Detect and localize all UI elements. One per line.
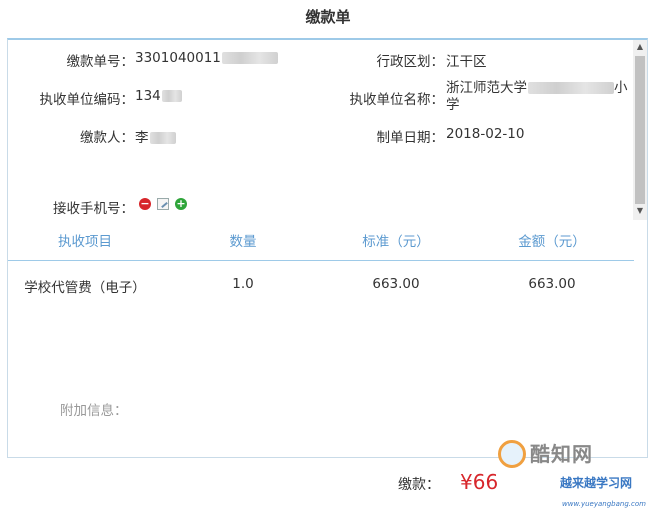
payer-value: 李 bbox=[135, 126, 176, 146]
logo-circle-icon bbox=[498, 440, 526, 468]
info-area[interactable]: 缴款单号： 3301040011 行政区划： 江干区 执收单位编码： 134 执… bbox=[8, 40, 634, 262]
scroll-down-icon[interactable]: ▼ bbox=[633, 204, 647, 218]
district-value: 江干区 bbox=[446, 54, 487, 70]
unit-code-value: 134 bbox=[135, 88, 182, 104]
header-quantity: 数量 bbox=[229, 234, 257, 250]
watermark-logo: 酷知网 bbox=[494, 438, 624, 478]
total-amount: ¥66 bbox=[460, 470, 499, 494]
watermark-brand2: 越来越学习网 bbox=[560, 476, 633, 490]
header-standard: 标准（元） bbox=[362, 234, 430, 250]
payment-slip-page: 缴款单 缴款单号： 3301040011 行政区划： 江干区 执收单位编码： 1… bbox=[0, 0, 656, 511]
redacted-blur bbox=[528, 82, 614, 94]
watermark-brand: 酷知网 bbox=[530, 442, 593, 466]
minus-circle-icon[interactable]: − bbox=[139, 198, 151, 210]
payment-no-value: 3301040011 bbox=[135, 50, 278, 66]
edit-note-icon[interactable] bbox=[157, 198, 169, 210]
redacted-blur bbox=[221, 52, 278, 64]
date-value: 2018-02-10 bbox=[446, 126, 525, 142]
date-label: 制单日期： bbox=[376, 130, 445, 146]
cell-item: 学校代管费（电子） bbox=[24, 280, 146, 296]
scrollbar[interactable]: ▲ ▼ bbox=[633, 40, 647, 220]
table-header: 执收项目 数量 标准（元） 金额（元） bbox=[8, 226, 634, 261]
table-row: 学校代管费（电子） 1.0 663.00 663.00 bbox=[8, 276, 634, 300]
payment-no-label: 缴款单号： bbox=[66, 54, 135, 70]
district-label: 行政区划： bbox=[376, 54, 445, 70]
unit-code-label: 执收单位编码： bbox=[39, 92, 135, 108]
redacted-blur bbox=[149, 132, 176, 144]
payment-panel: 缴款单号： 3301040011 行政区划： 江干区 执收单位编码： 134 执… bbox=[7, 38, 648, 458]
header-item: 执收项目 bbox=[58, 234, 112, 250]
scroll-thumb[interactable] bbox=[635, 56, 645, 204]
redacted-blur bbox=[161, 90, 182, 102]
unit-name-text-1: 浙江师范大学 bbox=[446, 80, 527, 96]
watermark-url: www.yueyangbang.com bbox=[562, 500, 646, 508]
phone-label: 接收手机号： bbox=[53, 201, 134, 217]
payer-text: 李 bbox=[135, 130, 149, 146]
cell-amount: 663.00 bbox=[528, 276, 576, 292]
unit-name-value: 浙江师范大学 小 学 bbox=[446, 80, 634, 114]
scroll-up-icon[interactable]: ▲ bbox=[633, 40, 647, 54]
payer-label: 缴款人： bbox=[80, 130, 134, 146]
unit-code-text: 134 bbox=[135, 88, 161, 104]
cell-quantity: 1.0 bbox=[232, 276, 254, 292]
payment-no-text: 3301040011 bbox=[135, 50, 221, 66]
unit-name-text-2: 小 bbox=[614, 80, 628, 96]
page-title: 缴款单 bbox=[305, 8, 351, 26]
plus-circle-icon[interactable]: + bbox=[175, 198, 187, 210]
unit-name-label: 执收单位名称： bbox=[349, 92, 445, 108]
total-label: 缴款： bbox=[398, 477, 440, 493]
header-amount: 金额（元） bbox=[518, 234, 586, 250]
unit-name-text-3: 学 bbox=[446, 97, 460, 113]
cell-standard: 663.00 bbox=[372, 276, 420, 292]
extra-info-label: 附加信息： bbox=[60, 403, 128, 419]
phone-actions: − + bbox=[139, 198, 187, 210]
